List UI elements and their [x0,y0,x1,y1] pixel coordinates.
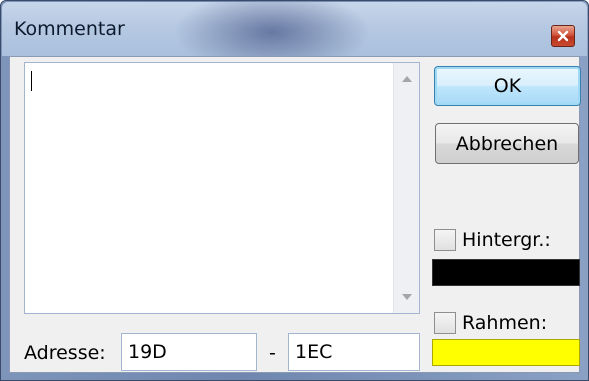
address-label: Adresse: [24,342,106,364]
address-start-field[interactable]: 19D [121,333,257,371]
frame-checkbox[interactable] [434,312,456,334]
address-end-field[interactable]: 1EC [288,333,420,371]
title-bar[interactable]: Kommentar [2,2,587,56]
background-color-swatch[interactable] [432,259,580,286]
comment-textarea[interactable] [24,62,420,314]
scroll-down-button[interactable] [394,283,419,311]
background-option[interactable]: Hintergr.: [434,229,551,251]
window-title: Kommentar [14,18,125,40]
text-caret [31,71,32,91]
scroll-up-arrow-icon [401,76,412,82]
close-icon [557,30,569,42]
comment-dialog: Kommentar OK Abbrechen Hintergr.: Rahmen… [0,0,589,381]
frame-option[interactable]: Rahmen: [434,312,547,334]
scroll-down-arrow-icon [401,294,412,300]
address-start-value: 19D [128,341,167,363]
address-end-value: 1EC [295,341,333,363]
frame-label: Rahmen: [462,312,548,334]
background-label: Hintergr.: [462,229,551,251]
frame-color-swatch[interactable] [432,339,580,366]
comment-scrollbar[interactable] [393,63,419,313]
close-button[interactable] [551,25,575,47]
address-separator: - [269,342,276,364]
scroll-up-button[interactable] [394,65,419,93]
cancel-button[interactable]: Abbrechen [435,123,579,164]
background-checkbox[interactable] [434,229,456,251]
dialog-body: OK Abbrechen Hintergr.: Rahmen: Adresse:… [9,56,581,373]
ok-button[interactable]: OK [434,66,581,106]
